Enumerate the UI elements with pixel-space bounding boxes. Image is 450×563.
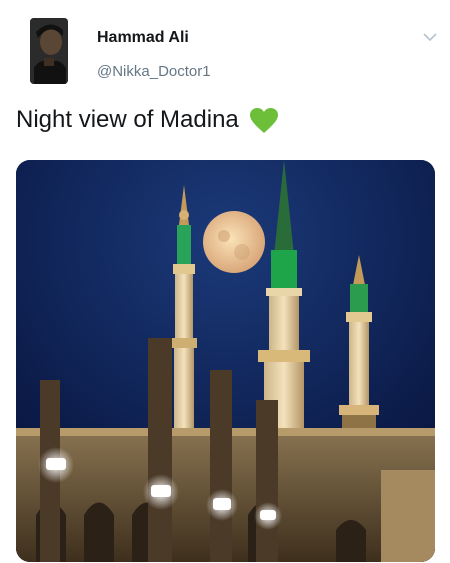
tweet-card: Hammad Ali @Nikka_Doctor1 Night view of … (0, 0, 450, 563)
tweet-media-image[interactable] (16, 160, 435, 562)
chevron-down-icon[interactable] (421, 30, 439, 44)
tweet-text-label: Night view of Madina (16, 106, 239, 133)
avatar-photo (30, 18, 68, 84)
author-name[interactable]: Hammad Ali (97, 29, 189, 47)
author-handle[interactable]: @Nikka_Doctor1 (97, 63, 211, 80)
madina-night-photo (16, 160, 435, 562)
tweet-text: Night view of Madina (16, 106, 279, 134)
green-heart-icon (249, 107, 279, 134)
avatar[interactable] (30, 18, 68, 84)
